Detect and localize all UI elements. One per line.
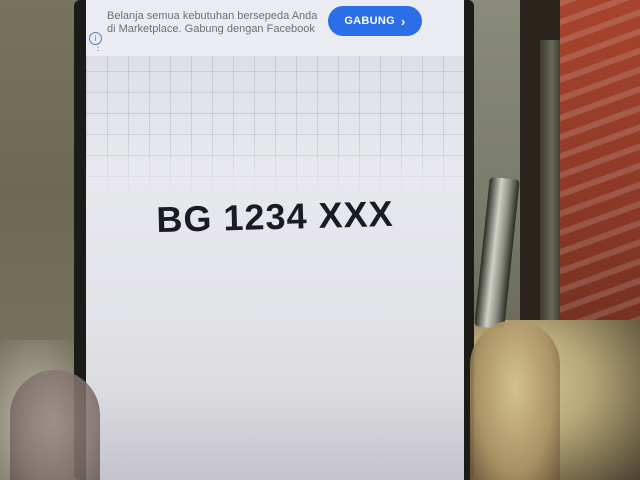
finger-right bbox=[470, 320, 560, 480]
plate-number-text: BG 1234 XXX bbox=[155, 192, 395, 241]
phone-screen: Belanja semua kebutuhan bersepeda Anda d… bbox=[86, 0, 464, 480]
ad-message: Belanja semua kebutuhan bersepeda Anda d… bbox=[107, 10, 318, 35]
chevron-right-icon: › bbox=[401, 13, 406, 29]
ad-banner[interactable]: Belanja semua kebutuhan bersepeda Anda d… bbox=[86, 0, 464, 56]
more-vertical-icon[interactable]: ⋮ bbox=[93, 43, 103, 56]
finger-left bbox=[10, 370, 100, 480]
screen-glare bbox=[86, 300, 464, 480]
grid-background bbox=[86, 50, 464, 200]
photo-scene: Belanja semua kebutuhan bersepeda Anda d… bbox=[0, 0, 640, 480]
join-button[interactable]: GABUNG › bbox=[328, 6, 422, 36]
join-button-label: GABUNG bbox=[344, 15, 396, 27]
